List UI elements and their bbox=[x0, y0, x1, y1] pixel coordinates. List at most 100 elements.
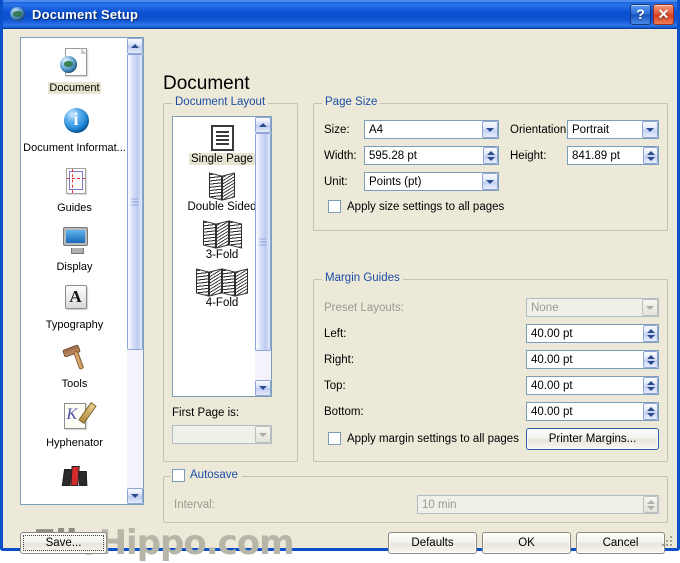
checkbox-box[interactable] bbox=[172, 469, 185, 482]
orientation-dropdown[interactable]: Portrait bbox=[567, 120, 659, 139]
sidebar-item-label: Typography bbox=[45, 319, 104, 331]
preset-layouts-dropdown[interactable]: None bbox=[526, 298, 659, 317]
help-button[interactable]: ? bbox=[630, 3, 651, 25]
apply-margin-to-all-pages-checkbox[interactable]: Apply margin settings to all pages bbox=[328, 432, 519, 445]
bottom-margin-input[interactable]: 40.00 pt bbox=[526, 402, 659, 421]
spinner-buttons[interactable] bbox=[643, 496, 658, 513]
scroll-down-button[interactable] bbox=[127, 488, 143, 504]
orientation-value: Portrait bbox=[572, 123, 610, 136]
spinner-buttons[interactable] bbox=[643, 351, 658, 368]
letter-a-icon bbox=[57, 283, 93, 317]
layout-list[interactable]: Single Page Double Sided 3-Fold 4-Fold bbox=[172, 116, 272, 397]
sidebar-item-display[interactable]: Display bbox=[21, 219, 128, 273]
double-sided-icon bbox=[209, 172, 235, 201]
sidebar-item-guides[interactable]: Guides bbox=[21, 160, 128, 214]
checkbox-box[interactable] bbox=[328, 200, 341, 213]
single-page-icon bbox=[210, 124, 234, 151]
preset-layouts-value: None bbox=[531, 301, 559, 314]
sidebar-item-document-information[interactable]: Document Informat... bbox=[21, 100, 128, 154]
width-label: Width: bbox=[324, 150, 357, 162]
scroll-up-button[interactable] bbox=[127, 38, 143, 54]
three-fold-icon bbox=[202, 220, 242, 249]
orientation-label: Orientation: bbox=[510, 124, 570, 136]
watermark-text: Hippo.com bbox=[98, 523, 295, 563]
scrollbar-thumb[interactable] bbox=[255, 133, 271, 351]
checkbox-label: Apply margin settings to all pages bbox=[347, 432, 519, 445]
autosave-interval-value: 10 min bbox=[422, 498, 457, 511]
left-margin-value: 40.00 pt bbox=[531, 327, 573, 340]
category-sidebar[interactable]: Document Document Informat... Guides Dis… bbox=[20, 37, 144, 505]
layout-option-label: Double Sided bbox=[187, 201, 257, 213]
checkbox-box[interactable] bbox=[328, 432, 341, 445]
apply-size-to-all-pages-checkbox[interactable]: Apply size settings to all pages bbox=[328, 200, 504, 213]
sidebar-item-hyphenator[interactable]: Hyphenator bbox=[21, 395, 128, 449]
top-margin-value: 40.00 pt bbox=[531, 379, 573, 392]
first-page-dropdown[interactable] bbox=[172, 425, 272, 444]
autosave-checkbox[interactable] bbox=[172, 469, 185, 482]
scroll-down-button[interactable] bbox=[255, 380, 271, 396]
hammer-icon bbox=[57, 342, 93, 376]
scrollbar-track[interactable] bbox=[127, 54, 143, 488]
spinner-buttons[interactable] bbox=[643, 325, 658, 342]
height-input[interactable]: 841.89 pt bbox=[567, 146, 659, 165]
four-fold-icon bbox=[196, 268, 248, 297]
chevron-down-icon[interactable] bbox=[642, 299, 658, 316]
left-margin-label: Left: bbox=[324, 328, 347, 340]
spinner-buttons[interactable] bbox=[643, 147, 658, 164]
height-label: Height: bbox=[510, 150, 547, 162]
resize-grip-icon[interactable] bbox=[662, 534, 674, 546]
left-margin-input[interactable]: 40.00 pt bbox=[526, 324, 659, 343]
width-value: 595.28 pt bbox=[369, 149, 417, 162]
width-input[interactable]: 595.28 pt bbox=[364, 146, 499, 165]
unit-dropdown[interactable]: Points (pt) bbox=[364, 172, 499, 191]
size-dropdown[interactable]: A4 bbox=[364, 120, 499, 139]
spinner-buttons[interactable] bbox=[643, 377, 658, 394]
scrollbar-thumb[interactable] bbox=[127, 54, 143, 350]
layout-option-label: 4-Fold bbox=[205, 297, 239, 309]
sidebar-item-label: Document bbox=[48, 82, 101, 94]
sidebar-item-books[interactable] bbox=[21, 456, 128, 498]
chevron-down-icon[interactable] bbox=[255, 426, 271, 443]
chevron-down-icon[interactable] bbox=[482, 173, 498, 190]
sidebar-item-label: Tools bbox=[61, 378, 88, 390]
chevron-down-icon bbox=[259, 386, 267, 390]
spinner-buttons[interactable] bbox=[643, 403, 658, 420]
page-title: Document bbox=[163, 73, 250, 94]
autosave-interval-label: Interval: bbox=[174, 499, 215, 511]
title-bar: Document Setup ? ✕ bbox=[3, 0, 677, 29]
bottom-margin-value: 40.00 pt bbox=[531, 405, 573, 418]
page-size-group: Page Size Size: A4 Orientation: Portrait… bbox=[313, 96, 668, 231]
scrollbar-track[interactable] bbox=[255, 133, 271, 380]
document-layout-group-label: Document Layout bbox=[172, 96, 269, 108]
chevron-down-icon bbox=[131, 494, 139, 498]
autosave-interval-input[interactable]: 10 min bbox=[417, 495, 659, 514]
printer-margins-button[interactable]: Printer Margins... bbox=[526, 428, 659, 450]
document-globe-icon bbox=[57, 46, 93, 80]
unit-label: Unit: bbox=[324, 176, 348, 188]
chevron-down-icon[interactable] bbox=[642, 121, 658, 138]
chevron-up-icon bbox=[259, 123, 267, 127]
spinner-buttons[interactable] bbox=[483, 147, 498, 164]
right-margin-input[interactable]: 40.00 pt bbox=[526, 350, 659, 369]
sidebar-scrollbar[interactable] bbox=[127, 38, 143, 504]
size-value: A4 bbox=[369, 123, 384, 136]
sidebar-item-tools[interactable]: Tools bbox=[21, 336, 128, 390]
scroll-up-button[interactable] bbox=[255, 117, 271, 133]
bottom-margin-label: Bottom: bbox=[324, 406, 364, 418]
close-button[interactable]: ✕ bbox=[653, 3, 674, 25]
chevron-down-icon[interactable] bbox=[482, 121, 498, 138]
dialog-client-area: Document Document Informat... Guides Dis… bbox=[3, 29, 677, 563]
layout-list-scrollbar[interactable] bbox=[255, 117, 271, 396]
sidebar-item-document[interactable]: Document bbox=[21, 40, 128, 94]
size-label: Size: bbox=[324, 124, 350, 136]
top-margin-input[interactable]: 40.00 pt bbox=[526, 376, 659, 395]
checkbox-label: Apply size settings to all pages bbox=[347, 200, 505, 213]
unit-value: Points (pt) bbox=[369, 175, 422, 188]
info-circle-icon bbox=[57, 106, 93, 140]
document-setup-dialog: Document Setup ? ✕ Document Document Inf… bbox=[0, 0, 680, 563]
preset-layouts-label: Preset Layouts: bbox=[324, 302, 404, 314]
sidebar-item-typography[interactable]: Typography bbox=[21, 277, 128, 331]
first-page-label: First Page is: bbox=[172, 407, 240, 419]
sidebar-item-label: Display bbox=[56, 261, 93, 273]
sidebar-item-label: Document Informat... bbox=[23, 142, 126, 154]
